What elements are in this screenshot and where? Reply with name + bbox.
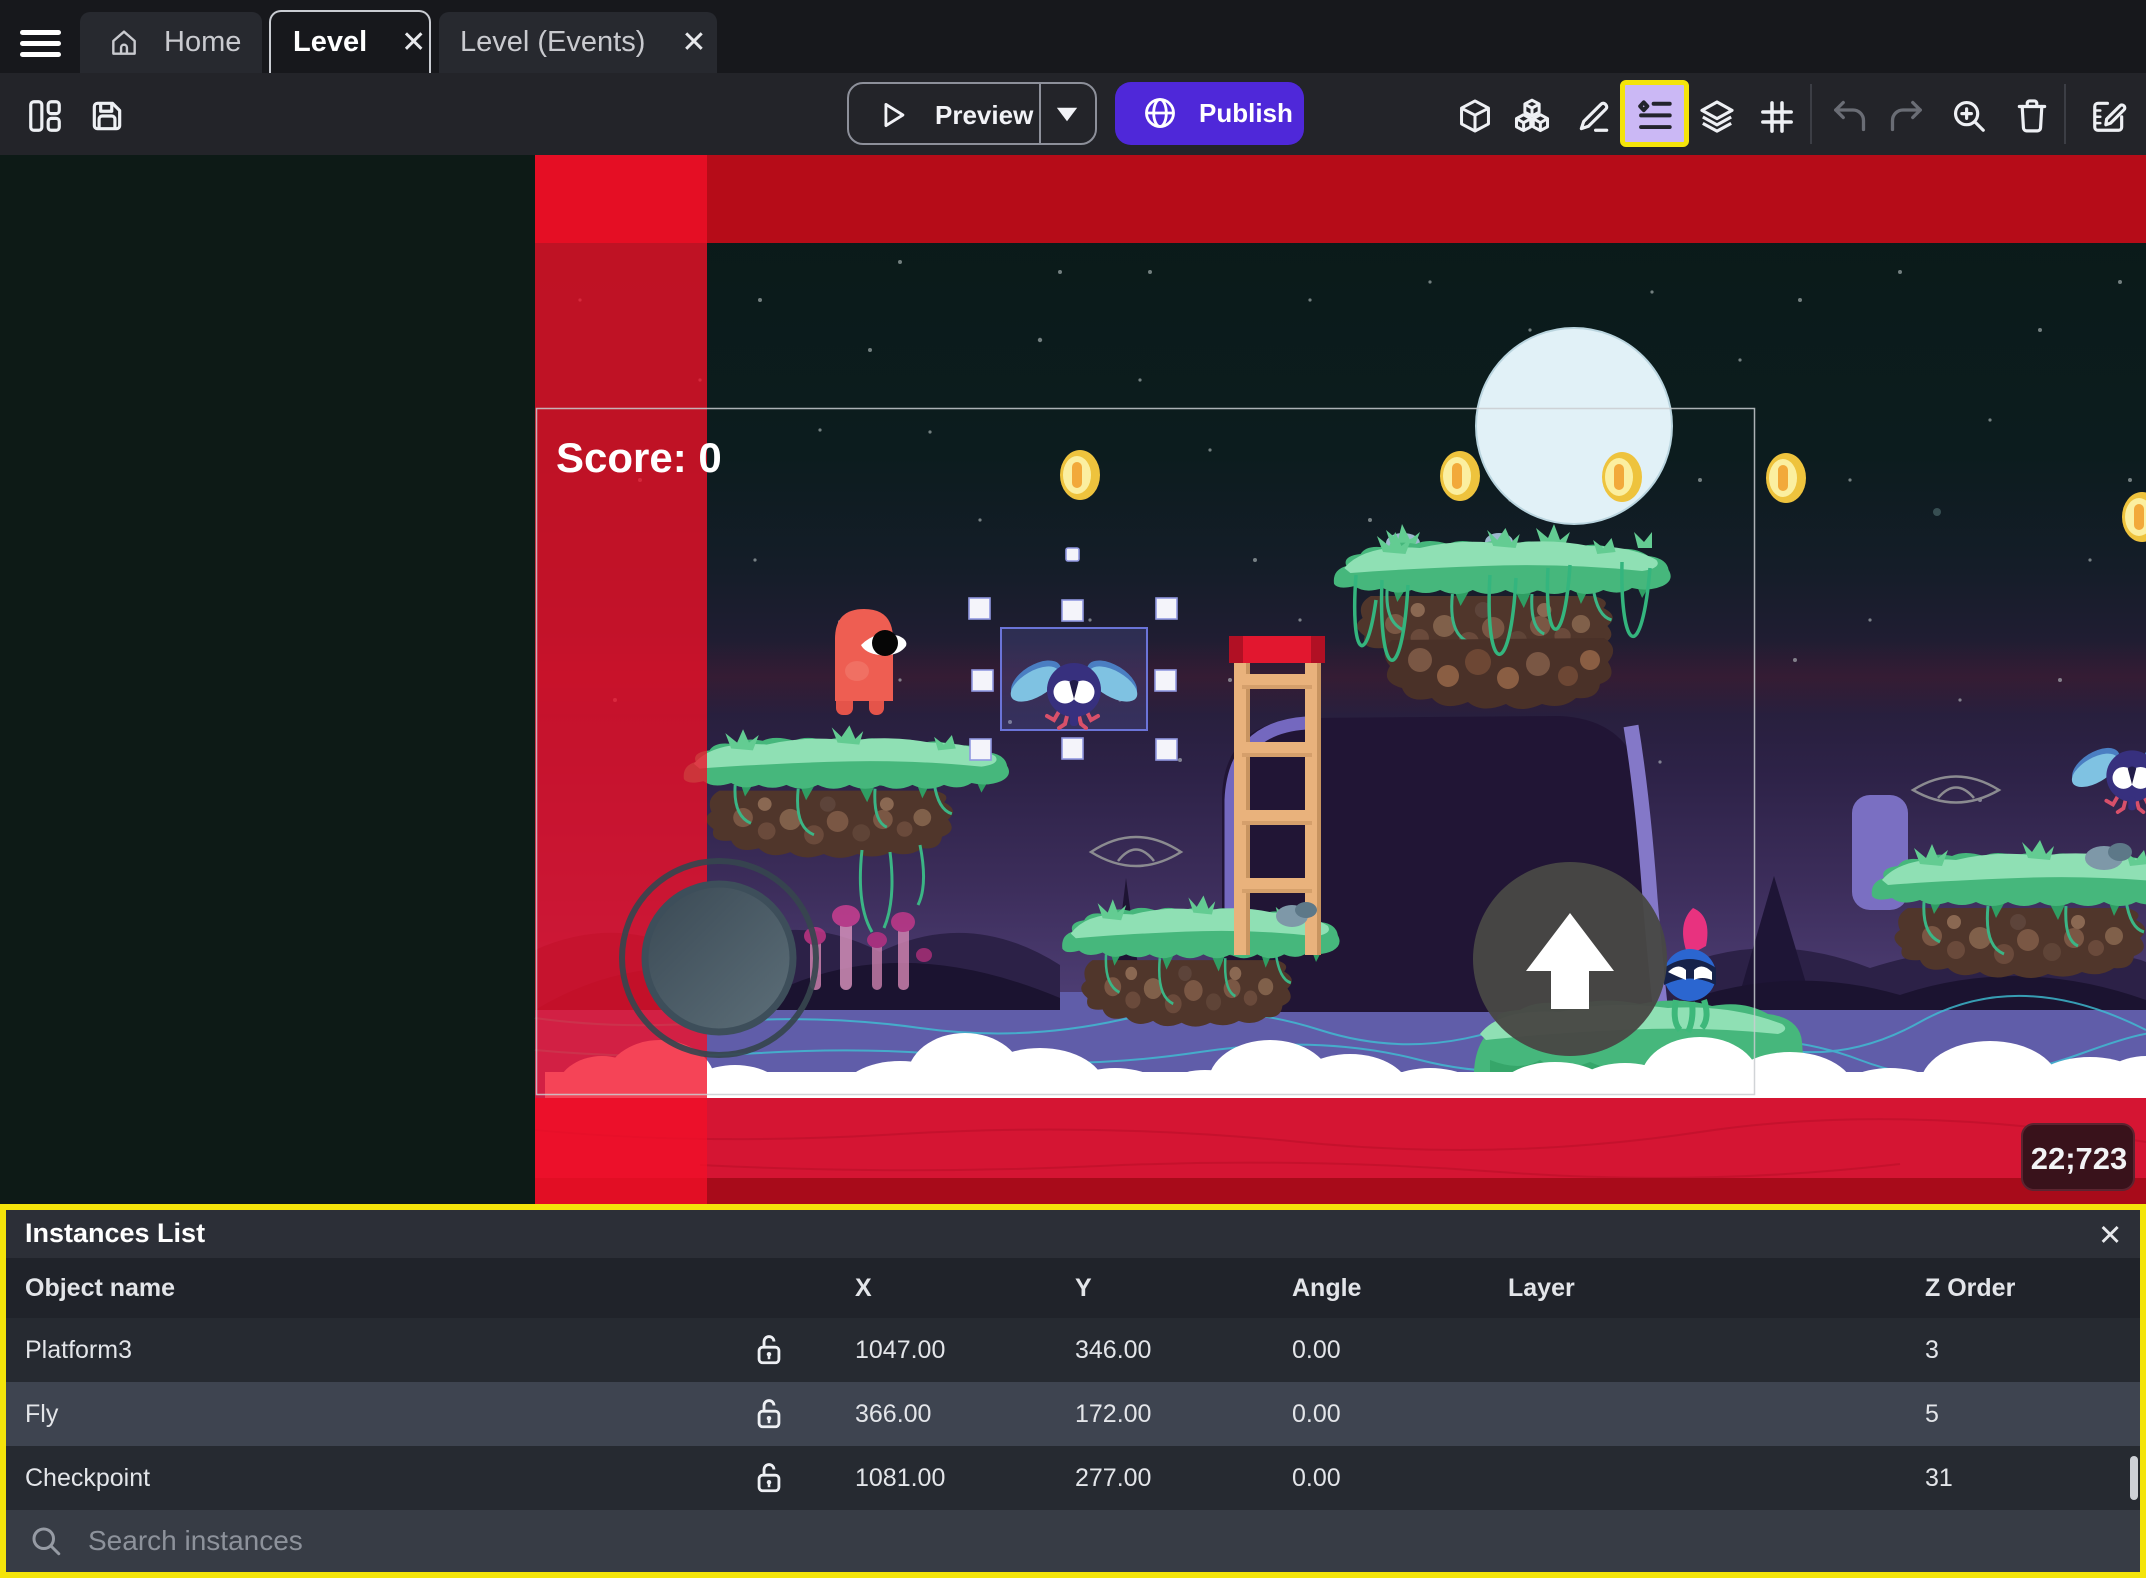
svg-text:22;723: 22;723 [2031,1141,2128,1176]
svg-text:Score: 0: Score: 0 [556,434,722,481]
